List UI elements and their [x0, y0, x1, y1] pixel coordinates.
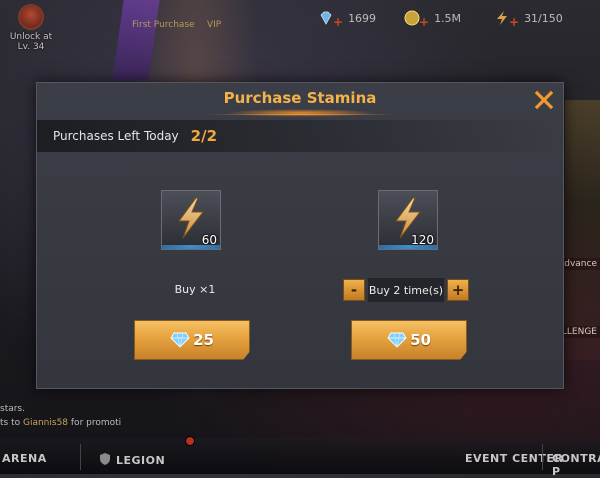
chat-ticker[interactable]: stars. ts to Giannis58 for promoti: [0, 402, 121, 430]
purchases-left-label: Purchases Left Today: [53, 129, 179, 143]
legion-shield-icon: [100, 453, 110, 465]
nav-event-center[interactable]: EVENT CENTER: [465, 452, 563, 465]
increase-button[interactable]: +: [447, 279, 469, 301]
gold-count: 1.5M: [434, 11, 462, 25]
nav-arena[interactable]: ARENA: [2, 452, 47, 465]
locked-feature[interactable]: Unlock at Lv. 34: [4, 4, 58, 52]
nav-divider: [542, 444, 543, 470]
chat-line: stars.: [0, 404, 25, 414]
price-amount: 50: [410, 331, 431, 349]
purchase-count-stepper: - Buy 2 time(s) +: [343, 278, 469, 302]
rarity-bar: [379, 245, 437, 249]
buy-once-label: Buy ×1: [174, 283, 216, 296]
side-tag-challenge[interactable]: LLENGE: [558, 326, 600, 338]
close-icon: [534, 90, 554, 110]
add-stamina-icon[interactable]: +: [509, 15, 519, 29]
purchases-left-row: Purchases Left Today 2/2: [37, 120, 563, 152]
stamina-item-60[interactable]: 60: [161, 190, 221, 250]
title-glow: [227, 109, 375, 117]
add-gems-icon[interactable]: +: [333, 15, 343, 29]
side-panel-background: [565, 100, 600, 360]
stamina-count: 31/150: [524, 11, 563, 25]
price-amount: 25: [193, 331, 214, 349]
diamond-icon: [387, 332, 407, 348]
feature-badge-icon: [18, 4, 44, 30]
dialog-title: Purchase Stamina: [223, 89, 377, 107]
gems-resource[interactable]: + 1699: [318, 8, 377, 29]
buy-single-button[interactable]: 25: [134, 320, 250, 360]
top-hud: Unlock at Lv. 34 First Purchase VIP + 16…: [0, 0, 600, 78]
purchase-stamina-dialog: Purchase Stamina Purchases Left Today 2/…: [36, 82, 564, 389]
add-gold-icon[interactable]: +: [419, 15, 429, 29]
close-button[interactable]: [533, 89, 555, 111]
diamond-icon: [170, 332, 190, 348]
notification-dot: [185, 436, 195, 446]
nav-legion[interactable]: LEGION: [98, 452, 165, 467]
rarity-bar: [162, 245, 220, 249]
vip-link[interactable]: VIP: [207, 20, 221, 30]
title-underline: [207, 114, 395, 115]
purchases-left-value: 2/2: [190, 127, 218, 145]
gold-resource[interactable]: + 1.5M: [404, 8, 462, 29]
stamina-resource[interactable]: + 31/150: [494, 8, 563, 29]
dialog-header: Purchase Stamina: [37, 83, 563, 117]
stamina-bolt-icon: [497, 11, 507, 25]
nav-contra[interactable]: CONTRA P: [552, 452, 600, 478]
stamina-item-120[interactable]: 120: [378, 190, 438, 250]
first-purchase-link[interactable]: First Purchase: [132, 20, 195, 30]
gold-coin-icon: [404, 10, 420, 26]
gem-icon: [320, 11, 332, 25]
buy-multiple-button[interactable]: 50: [351, 320, 467, 360]
gems-count: 1699: [348, 11, 377, 25]
unlock-label: Unlock at Lv. 34: [9, 32, 53, 52]
chat-line: ts to Giannis58 for promoti: [0, 418, 122, 428]
nav-divider: [80, 444, 81, 470]
decrease-button[interactable]: -: [343, 279, 365, 301]
purchase-count-label: Buy 2 time(s): [368, 278, 444, 302]
